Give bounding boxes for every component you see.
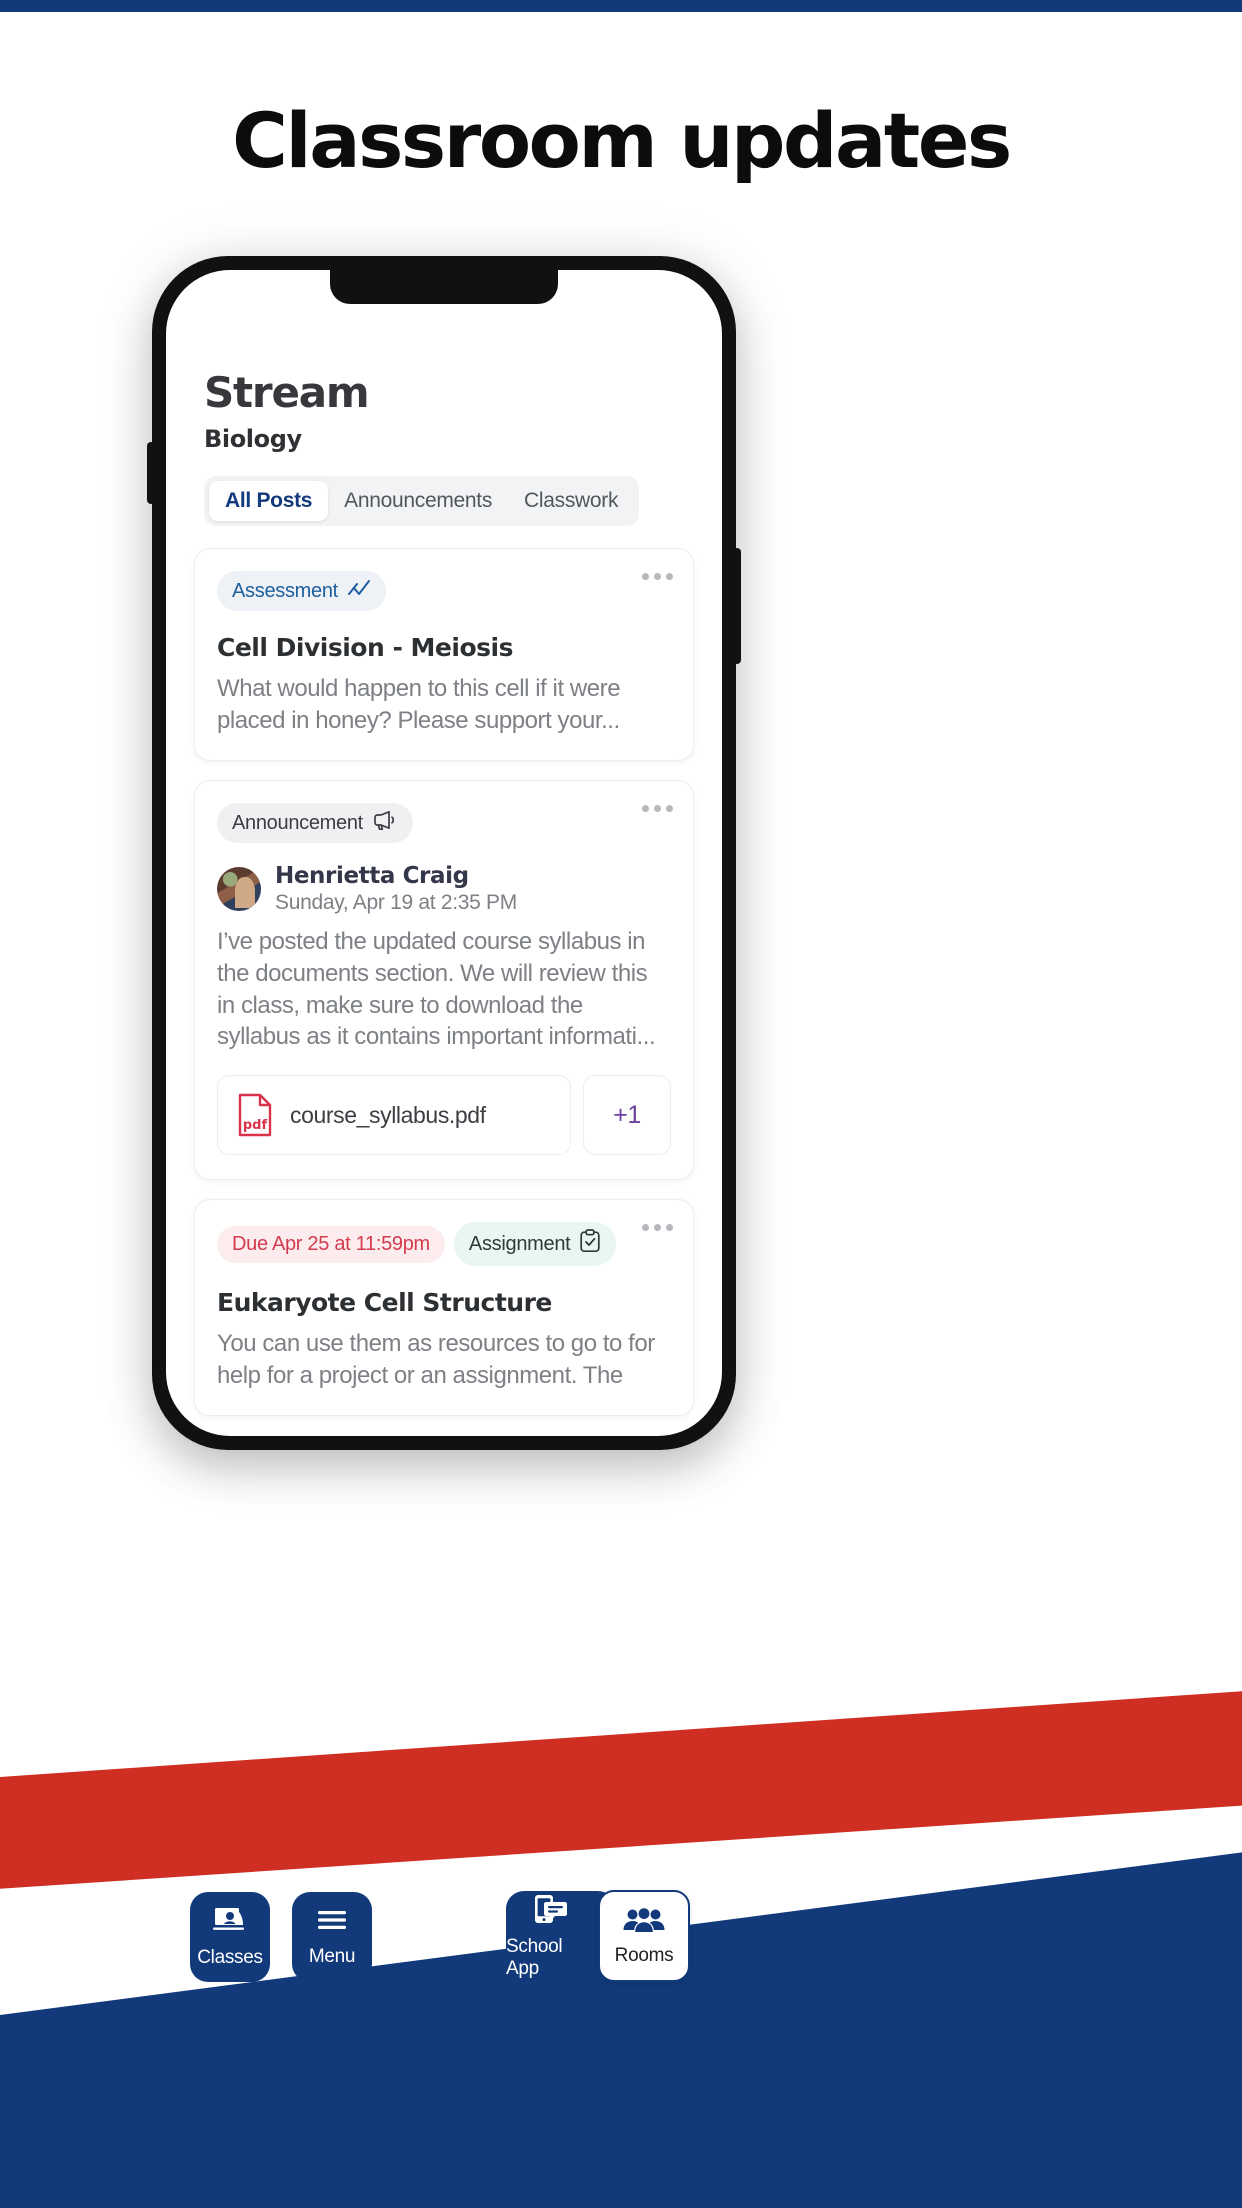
- post-title: Eukaryote Cell Structure: [217, 1288, 552, 1318]
- pdf-file-icon: pdf: [236, 1092, 274, 1138]
- kebab-menu-icon[interactable]: [642, 573, 673, 580]
- post-card-assessment[interactable]: Assessment Cell Division - Meiosis What …: [194, 548, 694, 762]
- kebab-menu-icon[interactable]: [642, 805, 673, 813]
- phone-volume-button: [147, 442, 155, 504]
- badge-announcement-label: Announcement: [232, 811, 363, 834]
- author-name: Henrietta Craig: [275, 863, 469, 890]
- attachment-more-button[interactable]: +1: [583, 1075, 671, 1156]
- phone-power-button: [733, 548, 741, 664]
- clipboard-check-icon: [579, 1229, 601, 1259]
- post-body: You can use them as resources to go to f…: [217, 1330, 655, 1389]
- phone-chat-icon: [530, 1893, 572, 1930]
- tab-classwork[interactable]: Classwork: [508, 481, 634, 521]
- poster-stage: Classroom updates Stream Biology All Pos…: [0, 0, 1242, 2208]
- badge-assessment: Assessment: [217, 571, 386, 611]
- post-timestamp: Sunday, Apr 19 at 2:35 PM: [275, 891, 517, 915]
- bottom-navigation: Classes Menu School App Rooms: [190, 1890, 690, 1982]
- post-card-assignment[interactable]: Due Apr 25 at 11:59pm Assignment Eukaryo…: [194, 1199, 694, 1417]
- phone-mockup: Stream Biology All Posts Announcements C…: [147, 256, 741, 1450]
- people-group-icon: [622, 1906, 666, 1939]
- tab-bar: All Posts Announcements Classwork: [204, 476, 640, 526]
- kebab-menu-icon[interactable]: [642, 1224, 673, 1232]
- phone-screen: Stream Biology All Posts Announcements C…: [166, 270, 722, 1436]
- attachment-row: pdf course_syllabus.pdf +1: [217, 1075, 671, 1156]
- nav-button-rooms[interactable]: Rooms: [598, 1890, 690, 1982]
- top-navy-bar: [0, 0, 1242, 12]
- screen-title: Stream: [204, 368, 370, 417]
- post-feed: Assessment Cell Division - Meiosis What …: [194, 548, 694, 1435]
- attachment-filename: course_syllabus.pdf: [290, 1101, 486, 1128]
- badge-due-date: Due Apr 25 at 11:59pm: [217, 1225, 445, 1263]
- megaphone-icon: [372, 810, 398, 836]
- attachment-file[interactable]: pdf course_syllabus.pdf: [217, 1075, 571, 1156]
- tab-announcements[interactable]: Announcements: [328, 481, 508, 521]
- badge-assignment: Assignment: [453, 1222, 617, 1267]
- nav-pair-schoolapp-rooms: School App Rooms: [506, 1890, 690, 1982]
- trend-chart-icon: [347, 578, 371, 604]
- avatar: [217, 867, 261, 912]
- post-title: Cell Division - Meiosis: [217, 633, 513, 662]
- screen-subtitle: Biology: [204, 425, 302, 453]
- nav-button-classes[interactable]: Classes: [190, 1892, 270, 1982]
- badge-assignment-label: Assignment: [468, 1232, 571, 1255]
- nav-label-classes: Classes: [197, 1947, 263, 1968]
- hamburger-menu-icon: [314, 1906, 350, 1939]
- page-title: Classroom updates: [232, 96, 1012, 185]
- svg-text:pdf: pdf: [243, 1118, 268, 1133]
- badge-announcement: Announcement: [217, 803, 413, 844]
- post-body: I’ve posted the updated course syllabus …: [217, 928, 656, 1051]
- badge-assessment-label: Assessment: [232, 579, 338, 602]
- classroom-board-icon: [210, 1905, 250, 1940]
- post-body: What would happen to this cell if it wer…: [217, 675, 621, 734]
- nav-label-menu: Menu: [308, 1946, 356, 1967]
- nav-label-rooms: Rooms: [614, 1944, 674, 1966]
- phone-notch: [330, 270, 558, 304]
- tab-all-posts[interactable]: All Posts: [209, 481, 329, 521]
- post-author-row: Henrietta Craig Sunday, Apr 19 at 2:35 P…: [217, 863, 671, 915]
- nav-label-school-app: School App: [506, 1935, 563, 1979]
- post-card-announcement[interactable]: Announcement Henrietta Craig Sunday, Apr…: [194, 780, 694, 1181]
- nav-button-menu[interactable]: Menu: [292, 1892, 372, 1982]
